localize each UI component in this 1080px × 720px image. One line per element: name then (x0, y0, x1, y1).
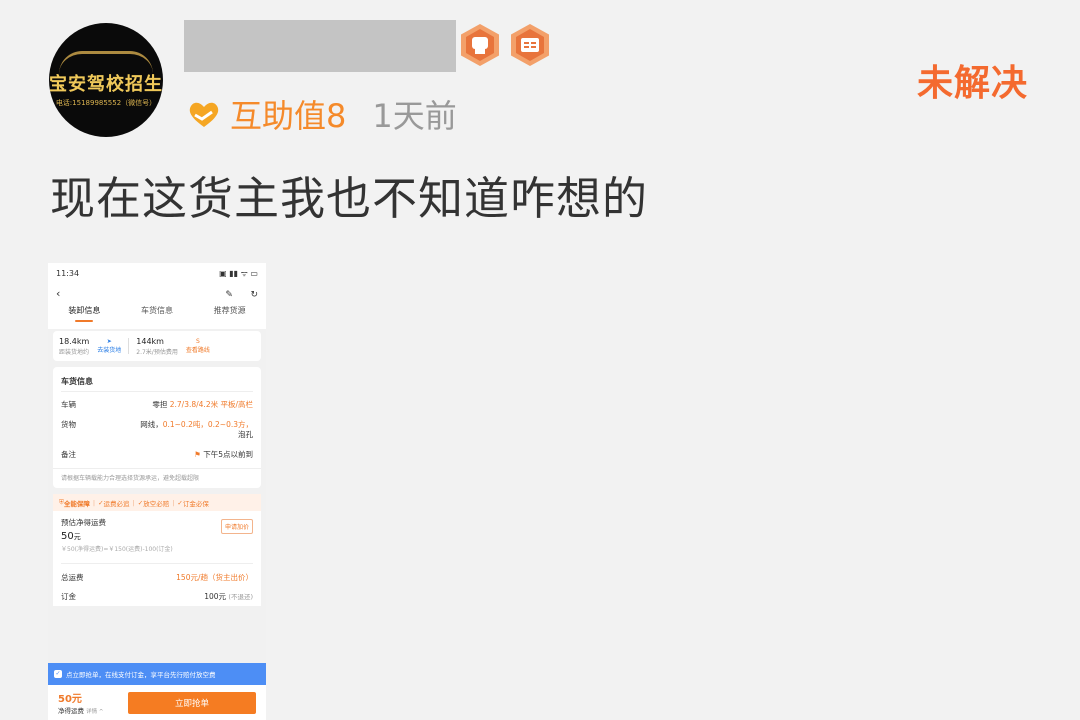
grab-order-button[interactable]: 立即抢单 (128, 691, 256, 714)
guarantee-item-3: 订金必保 (182, 499, 209, 508)
status-bar: 11:34 ▣ ▮▮ ᯤ ▭ (48, 263, 266, 283)
bottom-action-bar: 50元 净得运费 详情 ^ 立即抢单 (48, 685, 266, 720)
help-value: 互助值8 (230, 97, 347, 135)
cargo-value: 0.1~0.2吨，0.2~0.3方， (162, 420, 253, 429)
banner-text: 点立即抢单，在线支付订金，享平台先行赔付放空费 (66, 671, 216, 679)
vehicle-label: 车辆 (61, 400, 76, 409)
attached-screenshot[interactable]: 11:34 ▣ ▮▮ ᯤ ▭ ‹ ✎ ↻ 装卸信息 车货信息 推荐货源 18.4… (48, 263, 266, 720)
cargo-row: 货物 网线，0.1~0.2吨，0.2~0.3方， 泡孔 (53, 415, 261, 445)
tab-cargo-info[interactable]: 车货信息 (141, 305, 173, 322)
status-badge: 未解决 (916, 63, 1028, 104)
guarantee-brand: 全能保障 (63, 499, 90, 508)
grab-order-banner[interactable]: ✓ 点立即抢单，在线支付订金，享平台先行赔付放空费 (48, 663, 266, 685)
edit-icon[interactable]: ✎ (225, 290, 233, 300)
car-logo-icon (59, 51, 153, 78)
route-icon: S (195, 338, 200, 345)
user-avatar[interactable]: 宝安驾校招生 电话:15189985552（微信号） (49, 23, 163, 137)
guarantee-item-1: 运费必追 (103, 499, 130, 508)
load-note: 请根据车辆载能力合理选择货源承运，避免超载超限 (53, 468, 261, 488)
bottom-price-label: 净得运费 (58, 707, 84, 715)
remark-value: 下午5点以前到 (203, 450, 253, 459)
total-fee-row: 总运费 150元/趟（货主出价） (53, 564, 261, 587)
deposit-row: 订金 100元 (不退还) (53, 587, 261, 606)
post-time: 1天前 (372, 97, 457, 135)
net-fee-unit: 元 (73, 533, 81, 541)
divider (128, 338, 130, 354)
goto-pickup-label: 去装货地 (97, 347, 122, 354)
distance-card: 18.4km 距装货地约 ➤ 去装货地 144km 2.7米/预估费用 S 查看… (53, 331, 261, 361)
fee-card: ⛨ 全能保障 | ✓ 运费必追 | ✓ 放空必赔 | ✓ 订金必保 预估净得运费 50… (53, 494, 261, 606)
deposit-label: 订金 (61, 592, 76, 601)
cargo-prefix: 网线， (140, 420, 163, 429)
status-time: 11:34 (56, 268, 80, 278)
navigate-icon: ➤ (106, 338, 112, 345)
net-fee-calc: ￥50(净得运费)=￥150(运费)-100(订金) (61, 546, 173, 553)
net-fee-amount: 50 (61, 531, 74, 542)
cargo-info-title: 车货信息 (61, 377, 93, 386)
book-badge-icon[interactable] (509, 23, 551, 67)
username-redacted[interactable] (184, 20, 456, 72)
deposit-note: (不退还) (228, 593, 253, 601)
distance-to-pickup: 18.4km (59, 336, 90, 346)
fist-badge-icon[interactable] (459, 23, 501, 67)
bottom-price: 50元 (58, 694, 82, 705)
status-icons: ▣ ▮▮ ᯤ ▭ (219, 268, 258, 278)
deposit-value: 100元 (204, 592, 227, 601)
remark-label: 备注 (61, 450, 76, 459)
shield-check-icon: ✓ (54, 670, 62, 678)
guarantee-item-2: 放空必赔 (143, 499, 170, 508)
route-distance-label: 2.7米/预估费用 (136, 348, 178, 356)
view-route-button[interactable]: S 查看路线 (186, 338, 210, 354)
cargo-label: 货物 (61, 420, 76, 429)
cargo-info-card: 车货信息 车辆 零担 2.7/3.8/4.2米 平板/高栏 货物 网线，0.1~… (53, 367, 261, 488)
route-distance: 144km (136, 336, 164, 346)
post-text: 现在这货主我也不知道咋想的 (50, 172, 649, 225)
goto-pickup-button[interactable]: ➤ 去装货地 (97, 338, 121, 354)
tab-bar: 装卸信息 车货信息 推荐货源 (48, 303, 266, 329)
vehicle-value: 2.7/3.8/4.2米 平板/高栏 (169, 400, 253, 409)
refresh-icon[interactable]: ↻ (250, 290, 258, 300)
back-icon[interactable]: ‹ (56, 287, 60, 300)
avatar-phone-text: 电话:15189985552（微信号） (55, 99, 157, 107)
remark-row: 备注 ⚑ 下午5点以前到 (53, 445, 261, 468)
heart-hand-icon (186, 99, 222, 129)
total-fee-value: 150元/趟（货主出价） (176, 573, 253, 582)
vehicle-prefix: 零担 (152, 400, 168, 409)
total-fee-label: 总运费 (61, 573, 84, 582)
cargo-suffix: 泡孔 (238, 430, 253, 439)
detail-link[interactable]: 详情 ^ (86, 709, 103, 715)
nav-bar: ‹ ✎ ↻ (48, 283, 266, 303)
distance-to-pickup-label: 距装货地约 (59, 348, 90, 356)
net-fee-section: 预估净得运费 50元 ￥50(净得运费)=￥150(运费)-100(订金) 申请… (53, 511, 261, 555)
vehicle-row: 车辆 零担 2.7/3.8/4.2米 平板/高栏 (53, 392, 261, 415)
tab-recommended[interactable]: 推荐货源 (214, 305, 246, 322)
tab-loading-info[interactable]: 装卸信息 (68, 305, 100, 322)
post-meta: 互助值8 1天前 (186, 92, 457, 136)
view-route-label: 查看路线 (185, 347, 210, 354)
apply-raise-button[interactable]: 申请加价 (220, 519, 253, 534)
flag-icon: ⚑ (194, 450, 201, 459)
guarantee-bar[interactable]: ⛨ 全能保障 | ✓ 运费必追 | ✓ 放空必赔 | ✓ 订金必保 (53, 494, 261, 511)
